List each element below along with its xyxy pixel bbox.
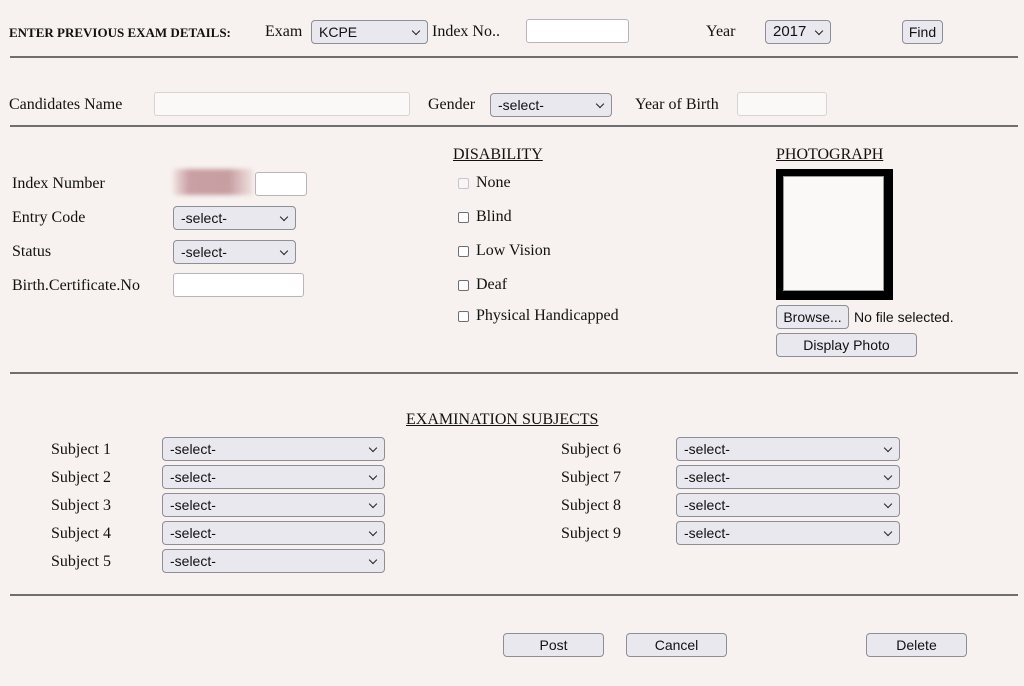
chevron-down-icon	[883, 527, 893, 537]
chevron-down-icon	[411, 26, 421, 36]
chevron-down-icon	[368, 555, 378, 565]
subject-7-select[interactable]: -select-	[676, 465, 900, 489]
divider	[10, 125, 1018, 127]
chevron-down-icon	[368, 471, 378, 481]
disability-low-vision-label: Low Vision	[476, 242, 551, 259]
year-select-value: 2017	[773, 23, 807, 40]
subject-4-label: Subject 4	[51, 525, 111, 542]
chevron-down-icon	[883, 471, 893, 481]
birth-certificate-label: Birth.Certificate.No	[12, 277, 140, 294]
candidates-name-label: Candidates Name	[9, 96, 123, 113]
subject-9-value: -select-	[684, 525, 730, 541]
chevron-down-icon	[814, 26, 824, 36]
subject-4-select[interactable]: -select-	[162, 521, 385, 545]
subject-6-value: -select-	[684, 441, 730, 457]
chevron-down-icon	[279, 246, 289, 256]
subject-2-select[interactable]: -select-	[162, 465, 385, 489]
delete-button[interactable]: Delete	[866, 633, 967, 657]
gender-label: Gender	[428, 96, 476, 113]
gender-select[interactable]: -select-	[490, 93, 612, 117]
disability-none-label: None	[476, 174, 511, 191]
cancel-button[interactable]: Cancel	[626, 633, 727, 657]
post-button[interactable]: Post	[503, 633, 604, 657]
disability-heading: DISABILITY	[453, 146, 543, 163]
disability-blind-label: Blind	[476, 208, 512, 225]
disability-none-checkbox[interactable]	[458, 178, 469, 189]
subject-9-label: Subject 9	[561, 525, 621, 542]
divider	[10, 372, 1018, 374]
index-no-label: Index No..	[432, 23, 500, 40]
gender-select-value: -select-	[498, 97, 544, 113]
divider	[10, 56, 1018, 58]
divider	[10, 594, 1018, 596]
index-number-input[interactable]	[255, 172, 307, 196]
subject-6-label: Subject 6	[561, 441, 621, 458]
year-of-birth-label: Year of Birth	[635, 96, 719, 113]
subject-1-value: -select-	[170, 441, 216, 457]
find-button[interactable]: Find	[902, 20, 943, 44]
entry-code-select[interactable]: -select-	[173, 206, 296, 230]
year-select[interactable]: 2017	[765, 20, 831, 44]
index-no-input[interactable]	[526, 19, 629, 43]
disability-blind-checkbox[interactable]	[458, 212, 469, 223]
subject-3-label: Subject 3	[51, 497, 111, 514]
birth-certificate-input[interactable]	[173, 273, 304, 297]
year-of-birth-input[interactable]	[737, 92, 827, 116]
subjects-heading: EXAMINATION SUBJECTS	[406, 411, 599, 428]
photo-placeholder	[783, 176, 887, 294]
chevron-down-icon	[279, 212, 289, 222]
disability-deaf-checkbox[interactable]	[458, 280, 469, 291]
subject-5-select[interactable]: -select-	[162, 549, 385, 573]
status-select-value: -select-	[181, 244, 227, 260]
display-photo-button[interactable]: Display Photo	[776, 333, 917, 357]
subject-1-select[interactable]: -select-	[162, 437, 385, 461]
index-number-label: Index Number	[12, 175, 105, 192]
chevron-down-icon	[368, 443, 378, 453]
photo-preview	[776, 169, 893, 300]
disability-low-vision-checkbox[interactable]	[458, 246, 469, 257]
subject-3-value: -select-	[170, 497, 216, 513]
subject-6-select[interactable]: -select-	[676, 437, 900, 461]
chevron-down-icon	[883, 443, 893, 453]
chevron-down-icon	[595, 99, 605, 109]
subject-2-value: -select-	[170, 469, 216, 485]
subject-3-select[interactable]: -select-	[162, 493, 385, 517]
file-status: No file selected.	[854, 309, 954, 325]
photograph-heading: PHOTOGRAPH	[776, 146, 884, 163]
redacted-index-prefix	[173, 169, 253, 195]
status-select[interactable]: -select-	[173, 240, 296, 264]
browse-button[interactable]: Browse...	[776, 305, 849, 329]
chevron-down-icon	[883, 499, 893, 509]
subject-5-label: Subject 5	[51, 553, 111, 570]
disability-deaf-label: Deaf	[476, 276, 508, 293]
disability-physical-label: Physical Handicapped	[476, 307, 619, 324]
chevron-down-icon	[368, 527, 378, 537]
subject-7-label: Subject 7	[561, 469, 621, 486]
subject-1-label: Subject 1	[51, 441, 111, 458]
subject-2-label: Subject 2	[51, 469, 111, 486]
subject-5-value: -select-	[170, 553, 216, 569]
previous-exam-heading: ENTER PREVIOUS EXAM DETAILS:	[9, 25, 231, 40]
candidates-name-input[interactable]	[154, 92, 410, 116]
subject-9-select[interactable]: -select-	[676, 521, 900, 545]
subject-8-value: -select-	[684, 497, 730, 513]
status-label: Status	[12, 243, 52, 260]
chevron-down-icon	[368, 499, 378, 509]
entry-code-select-value: -select-	[181, 210, 227, 226]
exam-label: Exam	[265, 23, 303, 40]
exam-select[interactable]: KCPE	[311, 20, 428, 44]
subject-7-value: -select-	[684, 469, 730, 485]
subject-8-label: Subject 8	[561, 497, 621, 514]
year-label: Year	[706, 23, 736, 40]
subject-4-value: -select-	[170, 525, 216, 541]
entry-code-label: Entry Code	[12, 209, 86, 226]
subject-8-select[interactable]: -select-	[676, 493, 900, 517]
disability-physical-checkbox[interactable]	[458, 311, 469, 322]
exam-select-value: KCPE	[319, 24, 358, 40]
